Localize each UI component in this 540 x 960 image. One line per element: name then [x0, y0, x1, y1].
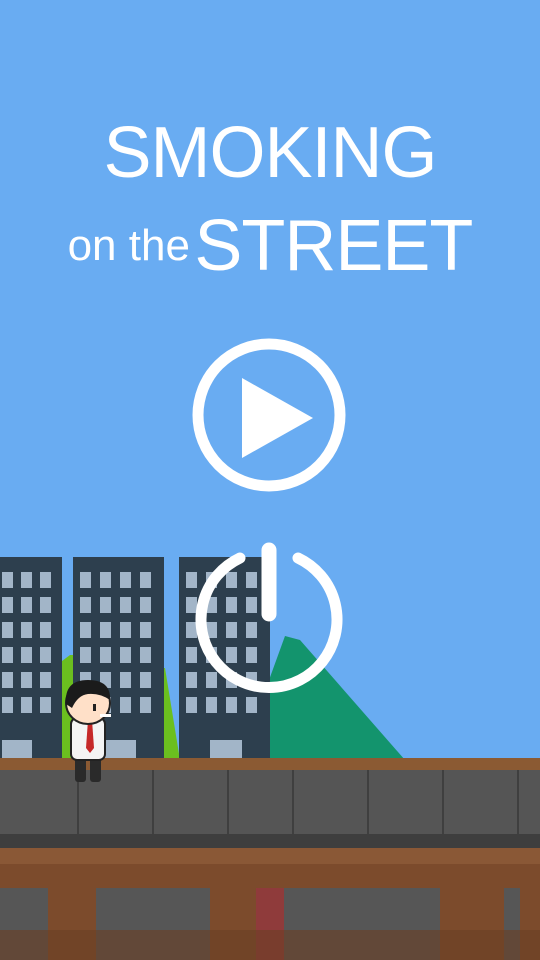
play-button[interactable]: [190, 336, 348, 494]
play-icon: [192, 338, 346, 492]
game-title-prefix: on the: [67, 221, 190, 270]
game-title-main: STREET: [194, 206, 473, 286]
game-title-line-1: SMOKING: [103, 113, 437, 193]
power-icon: [195, 542, 343, 693]
building-left: [0, 557, 62, 760]
power-button[interactable]: [190, 540, 348, 698]
ground: [0, 848, 540, 960]
game-title-line-2: on the STREET: [0, 205, 540, 287]
